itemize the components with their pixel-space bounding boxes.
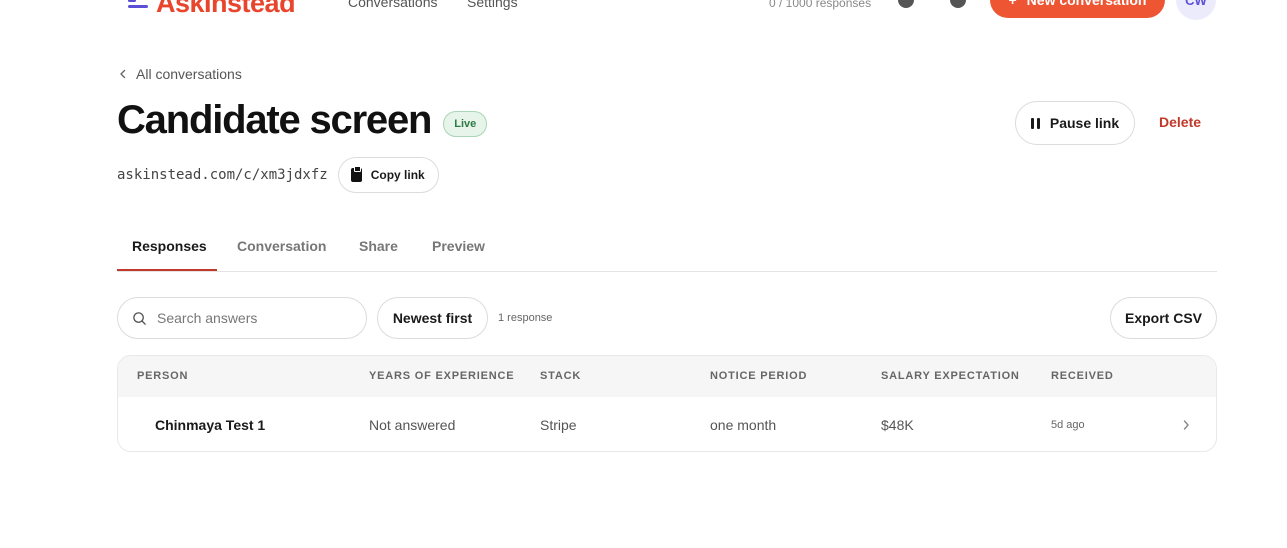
copy-link-label: Copy link <box>370 168 425 182</box>
cell-notice-period: one month <box>710 417 777 433</box>
column-header-received: RECEIVED <box>1051 370 1114 382</box>
page-title: Candidate screen <box>117 98 432 142</box>
response-count: 1 response <box>498 312 553 324</box>
top-navigation: AskInstead Conversations Settings 0 / 10… <box>0 0 1287 20</box>
clipboard-icon <box>350 166 362 182</box>
column-header-stack: STACK <box>540 370 582 382</box>
copy-link-button[interactable]: Copy link <box>337 157 439 193</box>
active-tab-indicator <box>117 269 217 271</box>
plus-icon: + <box>1008 0 1017 8</box>
cell-salary: $48K <box>881 417 914 433</box>
column-header-person: PERSON <box>137 370 189 382</box>
back-to-all-conversations[interactable]: All conversations <box>118 66 242 82</box>
back-label: All conversations <box>136 66 242 82</box>
cell-received: 5d ago <box>1051 419 1085 431</box>
column-header-experience: YEARS OF EXPERIENCE <box>369 370 515 382</box>
logo-text: AskInstead <box>156 0 296 18</box>
title-row: Candidate screen Live <box>117 98 488 143</box>
search-icon <box>133 311 146 325</box>
search-box[interactable] <box>117 297 367 339</box>
tab-responses[interactable]: Responses <box>132 238 207 254</box>
table-row[interactable]: Chinmaya Test 1 Not answered Stripe one … <box>118 397 1216 451</box>
tab-share[interactable]: Share <box>359 238 398 254</box>
chevron-left-icon <box>120 69 126 79</box>
search-input[interactable] <box>157 310 347 326</box>
sort-button[interactable]: Newest first <box>377 297 488 339</box>
logo[interactable]: AskInstead <box>128 0 296 19</box>
usage-count: 0 / 1000 responses <box>769 0 872 10</box>
share-url: askinstead.com/c/xm3jdxfz <box>117 167 328 183</box>
tab-conversation[interactable]: Conversation <box>237 238 326 254</box>
tab-bar: Responses Conversation Share Preview <box>117 228 1217 272</box>
pause-link-label: Pause link <box>1049 115 1120 131</box>
nav-link-settings[interactable]: Settings <box>467 0 518 10</box>
logo-icon <box>128 0 148 12</box>
notifications-icon[interactable] <box>950 0 966 8</box>
pause-link-button[interactable]: Pause link <box>1015 101 1135 145</box>
export-csv-button[interactable]: Export CSV <box>1110 297 1217 339</box>
delete-button[interactable]: Delete <box>1159 114 1201 130</box>
nav-link-conversations[interactable]: Conversations <box>348 0 438 10</box>
new-conversation-button[interactable]: + New conversation <box>990 0 1165 18</box>
new-conversation-label: New conversation <box>1026 0 1147 8</box>
status-badge: Live <box>443 110 488 137</box>
cell-person: Chinmaya Test 1 <box>155 417 266 433</box>
avatar[interactable]: CW <box>1176 0 1216 20</box>
column-header-notice-period: NOTICE PERIOD <box>710 370 808 382</box>
column-header-salary: SALARY EXPECTATION <box>881 370 1020 382</box>
chevron-right-icon[interactable] <box>1181 419 1191 431</box>
responses-table: PERSON YEARS OF EXPERIENCE STACK NOTICE … <box>117 355 1217 452</box>
pause-icon <box>1030 117 1040 129</box>
share-url-row: askinstead.com/c/xm3jdxfz Copy link <box>117 157 439 193</box>
help-icon[interactable] <box>898 0 914 8</box>
tab-preview[interactable]: Preview <box>432 238 485 254</box>
cell-stack: Stripe <box>540 417 577 433</box>
table-header: PERSON YEARS OF EXPERIENCE STACK NOTICE … <box>118 356 1216 397</box>
cell-experience: Not answered <box>369 417 456 433</box>
